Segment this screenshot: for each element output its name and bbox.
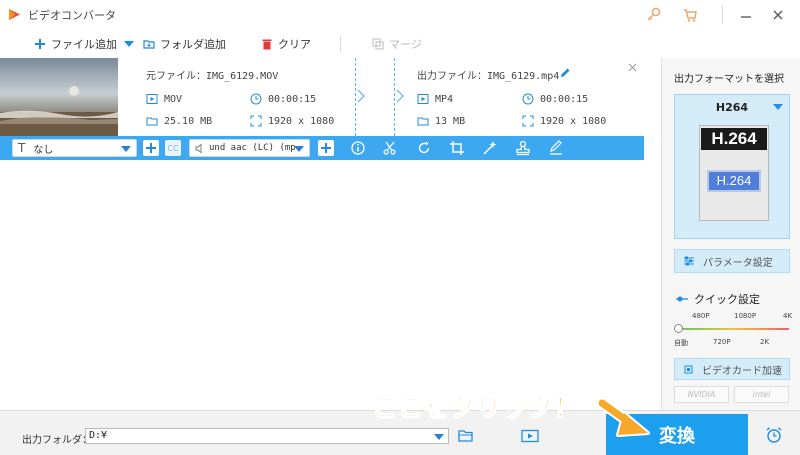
parameter-settings-button[interactable]: パラメータ設定 — [674, 249, 790, 273]
output-format: MP4 — [417, 93, 453, 105]
plus-icon — [321, 143, 331, 153]
clear-button[interactable]: クリア — [261, 36, 311, 52]
clock-icon — [250, 93, 262, 105]
cc-button[interactable]: CC — [165, 140, 181, 156]
chevron-down-icon — [294, 146, 304, 152]
plus-icon — [146, 143, 156, 153]
minimize-icon[interactable] — [738, 7, 754, 23]
add-file-button[interactable]: ファイル追加 — [34, 36, 117, 52]
chevron-right-icon — [357, 89, 365, 103]
add-folder-label: フォルダ追加 — [160, 38, 226, 51]
arrow-pointer-icon — [596, 397, 650, 437]
resolution-icon — [250, 115, 262, 127]
output-size: 13 MB — [417, 115, 465, 127]
speaker-icon — [195, 143, 202, 153]
chevron-down-icon[interactable] — [434, 434, 444, 440]
audio-track-select[interactable]: und aac (LC) (mp· — [189, 139, 310, 157]
key-icon[interactable] — [646, 7, 662, 23]
toolbar-divider — [340, 36, 341, 52]
toolbar: ファイル追加 フォルダ追加 クリア マージ — [0, 30, 660, 58]
source-size: 25.10 MB — [146, 115, 212, 127]
quality-label: 自動 — [674, 339, 688, 347]
app-title: ビデオコンバータ — [28, 9, 116, 22]
output-duration: 00:00:15 — [522, 93, 588, 105]
format-name: H264 — [715, 101, 749, 114]
quality-slider-handle[interactable] — [674, 324, 683, 333]
watermark-stamp-icon[interactable] — [515, 140, 531, 156]
titlebar-divider — [722, 6, 723, 24]
cart-icon[interactable] — [682, 7, 698, 23]
chevron-down-icon — [121, 146, 131, 152]
format-selector[interactable]: H264 H.264 H.264 — [674, 94, 790, 239]
merge-icon — [372, 38, 384, 50]
source-duration: 00:00:15 — [250, 93, 316, 105]
format-icon: H.264 H.264 — [699, 125, 769, 221]
source-resolution: 1920 x 1080 — [250, 115, 334, 127]
nvidia-toggle[interactable]: NVIDIA — [674, 386, 729, 403]
info-icon[interactable] — [350, 140, 366, 156]
merge-label: マージ — [389, 38, 422, 51]
click-here-annotation: ここをクリック！ — [371, 393, 581, 423]
rotate-icon[interactable] — [416, 140, 432, 156]
format-badge-top: H.264 — [701, 128, 767, 150]
quick-settings-title: クイック設定 — [676, 291, 760, 307]
title-bar: ビデオコンバータ — [0, 0, 800, 30]
chevron-down-icon — [773, 104, 783, 110]
plus-icon — [35, 39, 45, 49]
subtitle-select[interactable]: T なし — [12, 139, 137, 157]
subtitle-edit-icon[interactable] — [548, 140, 564, 156]
video-format-icon — [146, 94, 158, 104]
add-file-dropdown-icon[interactable] — [124, 41, 134, 48]
output-folder-label: 出力フォルダ： — [22, 435, 92, 446]
text-icon: T — [18, 141, 26, 155]
clock-icon — [522, 93, 534, 105]
add-subtitle-button[interactable] — [143, 140, 159, 156]
trash-icon — [262, 39, 272, 50]
close-icon[interactable] — [770, 7, 786, 23]
video-format-icon — [417, 94, 429, 104]
output-settings-panel: 出力フォーマットを選択 H264 H.264 H.264 パラメータ設定 クイッ… — [661, 58, 800, 410]
add-file-label: ファイル追加 — [51, 38, 117, 51]
output-file-name: 出力ファイル：IMG_6129.mp4 — [417, 71, 560, 82]
quality-label: 1080P — [734, 312, 757, 320]
edit-name-icon[interactable] — [560, 67, 571, 78]
video-thumbnail[interactable] — [0, 58, 118, 136]
open-folder-icon[interactable] — [458, 429, 474, 443]
edit-bar: T なし CC und aac (LC) (mp· — [0, 136, 644, 160]
output-resolution: 1920 x 1080 — [522, 115, 606, 127]
merge-button[interactable]: マージ — [372, 36, 422, 52]
gpu-acceleration-button[interactable]: ビデオカード加速 — [674, 358, 790, 380]
file-item[interactable]: 元ファイル：IMG_6129.MOV MOV 00:00:15 25.10 MB… — [0, 58, 644, 136]
crop-icon[interactable] — [449, 140, 465, 156]
output-format-label: 出力フォーマットを選択 — [674, 74, 784, 85]
sliders-icon — [684, 256, 694, 266]
folder-icon — [417, 117, 429, 126]
effects-wand-icon[interactable] — [482, 140, 498, 156]
remove-file-icon[interactable] — [628, 63, 637, 72]
folder-icon — [146, 117, 158, 126]
cc-icon: CC — [167, 143, 179, 153]
scissors-icon[interactable] — [382, 140, 398, 156]
quality-slider-track[interactable] — [677, 328, 789, 330]
resolution-icon — [522, 115, 534, 127]
preview-video-icon[interactable] — [521, 429, 539, 443]
folder-add-icon — [143, 40, 155, 49]
app-logo-icon — [9, 9, 20, 20]
format-badge-bottom: H.264 — [707, 170, 761, 192]
clear-label: クリア — [278, 38, 311, 51]
add-audio-button[interactable] — [318, 140, 334, 156]
quality-label: 720P — [713, 338, 731, 346]
quick-settings-icon — [676, 296, 688, 302]
quality-label: 2K — [760, 338, 770, 346]
quality-label: 480P — [692, 312, 710, 320]
output-folder-input[interactable]: D:¥ — [85, 428, 449, 444]
source-file-name: 元ファイル：IMG_6129.MOV — [146, 71, 279, 82]
quality-label: 4K — [783, 312, 793, 320]
add-folder-button[interactable]: フォルダ追加 — [143, 36, 226, 52]
source-format: MOV — [146, 93, 182, 105]
alarm-clock-icon[interactable] — [765, 426, 783, 444]
chip-icon — [684, 365, 693, 373]
intel-toggle[interactable]: Intel — [734, 386, 789, 403]
chevron-right-icon — [396, 89, 404, 103]
